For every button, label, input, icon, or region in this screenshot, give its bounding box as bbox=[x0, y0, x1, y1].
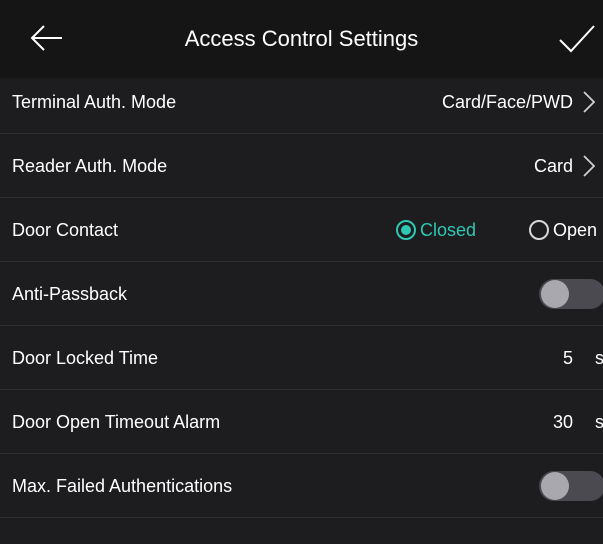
chevron-right-icon bbox=[583, 155, 596, 177]
header-bar: Access Control Settings bbox=[0, 0, 603, 78]
door-contact-row: Door Contact Closed Open bbox=[0, 198, 603, 262]
door-locked-time-unit: s bbox=[595, 348, 603, 368]
radio-unchecked-icon bbox=[529, 220, 549, 240]
door-open-timeout-value[interactable]: 30 bbox=[553, 390, 573, 454]
door-contact-label: Door Contact bbox=[12, 220, 119, 240]
checkmark-icon bbox=[559, 25, 595, 53]
radio-open[interactable]: Open bbox=[529, 198, 597, 262]
page-title: Access Control Settings bbox=[184, 26, 419, 51]
door-contact-radio-group: Closed Open bbox=[396, 198, 603, 262]
door-locked-time-value[interactable]: 5 bbox=[563, 326, 573, 390]
settings-list: Terminal Auth. Mode Card/Face/PWD Reader… bbox=[0, 70, 603, 518]
radio-closed-label: Closed bbox=[420, 219, 477, 240]
max-failed-auth-row: Max. Failed Authentications bbox=[0, 454, 603, 518]
confirm-button[interactable] bbox=[556, 18, 598, 60]
reader-auth-mode-label: Reader Auth. Mode bbox=[12, 156, 168, 176]
anti-passback-toggle[interactable] bbox=[539, 279, 603, 309]
back-button[interactable] bbox=[26, 18, 66, 58]
radio-checked-icon bbox=[396, 220, 416, 240]
door-open-timeout-label: Door Open Timeout Alarm bbox=[12, 412, 221, 432]
arrow-left-icon bbox=[30, 25, 62, 51]
terminal-auth-mode-label: Terminal Auth. Mode bbox=[12, 92, 177, 112]
reader-auth-mode-row[interactable]: Reader Auth. Mode Card bbox=[0, 134, 603, 198]
door-locked-time-row[interactable]: Door Locked Time 5 s bbox=[0, 326, 603, 390]
max-failed-auth-toggle[interactable] bbox=[539, 471, 603, 501]
anti-passback-label: Anti-Passback bbox=[12, 284, 128, 304]
terminal-auth-mode-value: Card/Face/PWD bbox=[441, 92, 573, 112]
door-open-timeout-row[interactable]: Door Open Timeout Alarm 30 s bbox=[0, 390, 603, 454]
radio-closed[interactable]: Closed bbox=[396, 198, 476, 262]
toggle-knob bbox=[541, 472, 569, 500]
chevron-right-icon bbox=[583, 91, 596, 113]
radio-open-label: Open bbox=[553, 219, 598, 240]
reader-auth-mode-value: Card bbox=[533, 156, 573, 176]
door-locked-time-label: Door Locked Time bbox=[12, 348, 159, 368]
max-failed-auth-label: Max. Failed Authentications bbox=[12, 476, 233, 496]
anti-passback-row: Anti-Passback bbox=[0, 262, 603, 326]
door-open-timeout-unit: s bbox=[595, 412, 603, 432]
toggle-knob bbox=[541, 280, 569, 308]
terminal-auth-mode-row[interactable]: Terminal Auth. Mode Card/Face/PWD bbox=[0, 70, 603, 134]
